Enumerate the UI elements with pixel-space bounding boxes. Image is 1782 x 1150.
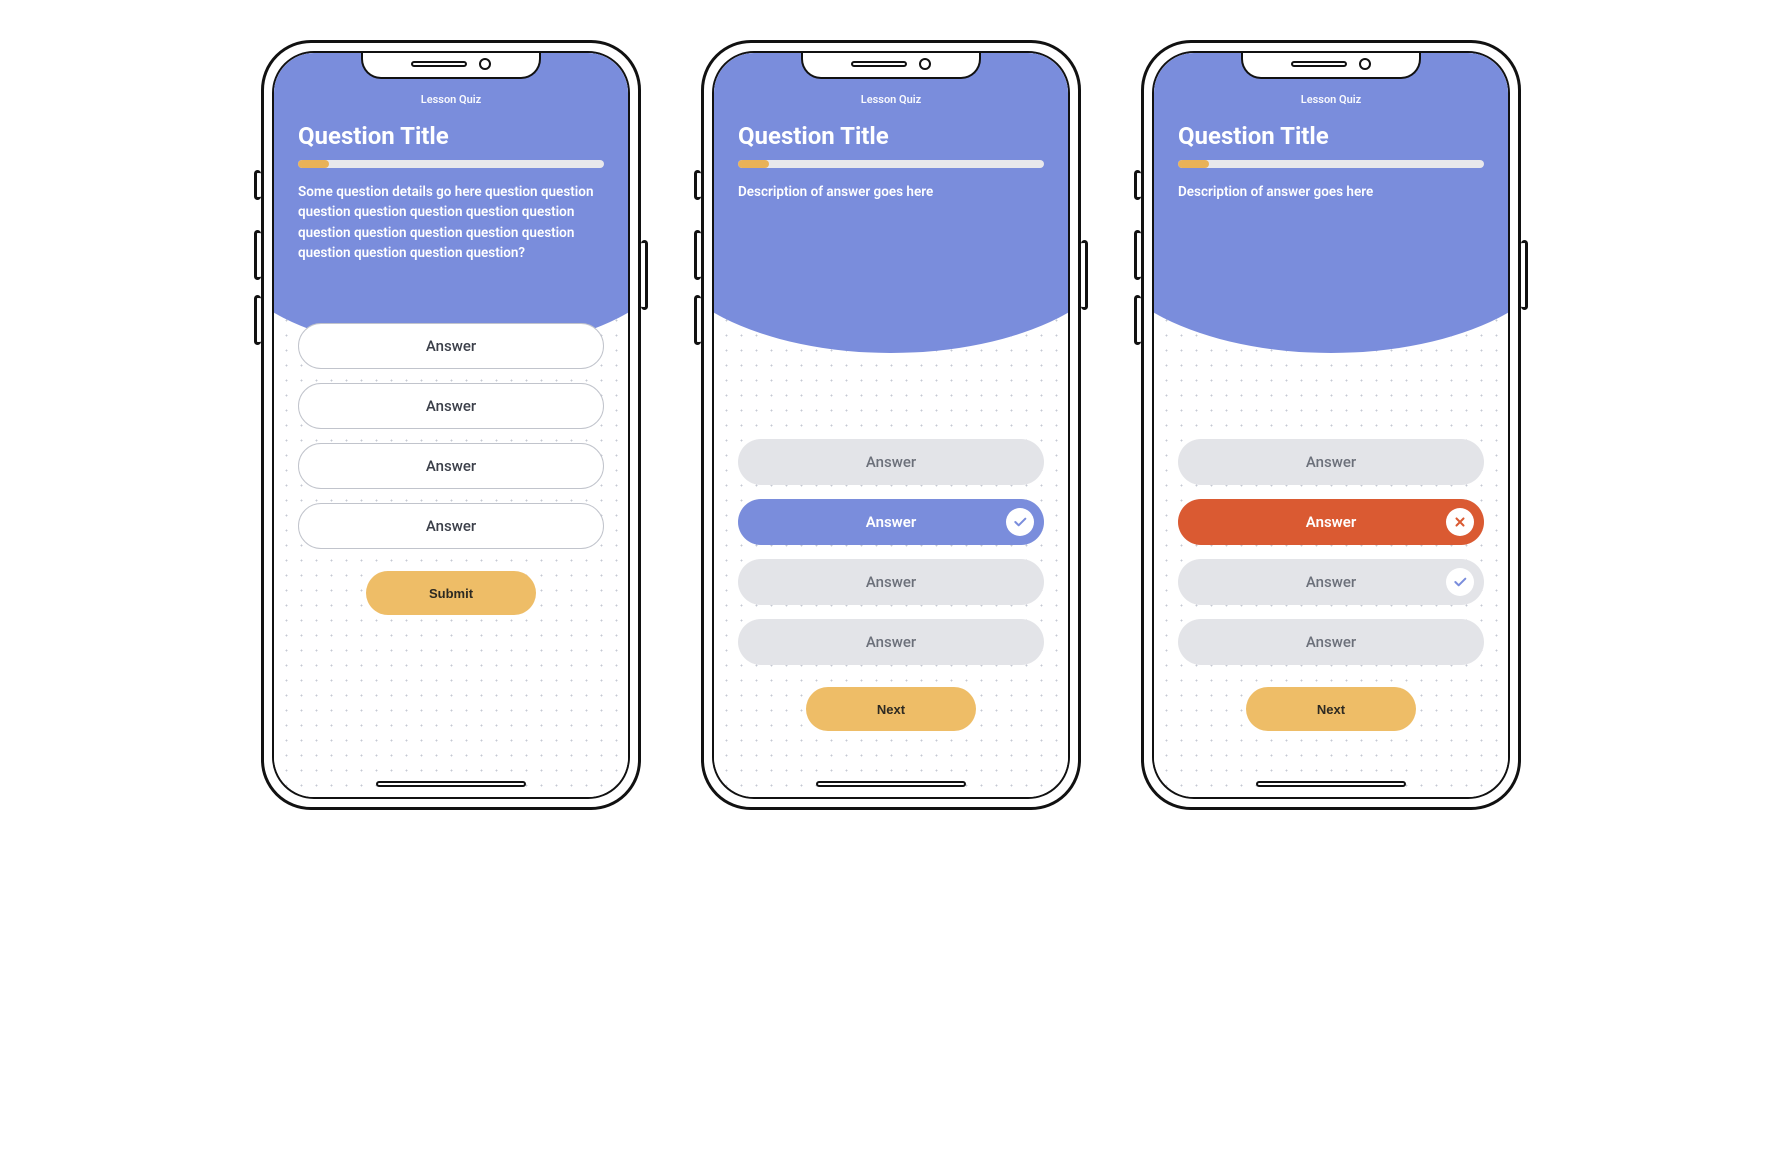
- answer-option[interactable]: Answer: [298, 383, 604, 429]
- phone-mockup: Lesson Quiz Question Title Description o…: [1141, 40, 1521, 810]
- answer-label: Answer: [426, 397, 476, 415]
- power-button[interactable]: [641, 240, 648, 310]
- camera-icon: [919, 58, 931, 70]
- camera-icon: [479, 58, 491, 70]
- home-indicator[interactable]: [376, 781, 526, 787]
- volume-up-button[interactable]: [694, 230, 701, 280]
- silence-switch[interactable]: [694, 170, 701, 200]
- speaker-icon: [851, 61, 907, 67]
- next-button[interactable]: Next: [1246, 687, 1416, 731]
- lesson-label: Lesson Quiz: [298, 93, 604, 106]
- answers-list: Answer Answer Answer Answer: [298, 303, 604, 549]
- question-title: Question Title: [1178, 122, 1484, 150]
- phone-mockup: Lesson Quiz Question Title Description o…: [701, 40, 1081, 810]
- answer-option[interactable]: Answer: [738, 619, 1044, 665]
- answer-option[interactable]: Answer: [298, 323, 604, 369]
- home-indicator[interactable]: [1256, 781, 1406, 787]
- answer-option[interactable]: Answer: [738, 439, 1044, 485]
- answers-list: Answer Answer Answer: [1178, 419, 1484, 665]
- volume-down-button[interactable]: [254, 295, 261, 345]
- silence-switch[interactable]: [254, 170, 261, 200]
- cross-icon: [1446, 508, 1474, 536]
- answer-label: Answer: [1306, 633, 1356, 651]
- check-icon: [1006, 508, 1034, 536]
- lesson-label: Lesson Quiz: [738, 93, 1044, 106]
- phone-notch: [801, 51, 981, 79]
- camera-icon: [1359, 58, 1371, 70]
- question-description: Some question details go here question q…: [298, 182, 604, 263]
- question-title: Question Title: [738, 122, 1044, 150]
- answer-label: Answer: [1306, 573, 1356, 591]
- power-button[interactable]: [1521, 240, 1528, 310]
- question-title: Question Title: [298, 122, 604, 150]
- volume-down-button[interactable]: [694, 295, 701, 345]
- volume-up-button[interactable]: [254, 230, 261, 280]
- quiz-screen-correct: Lesson Quiz Question Title Description o…: [714, 53, 1068, 797]
- answer-label: Answer: [1306, 453, 1356, 471]
- answer-option[interactable]: Answer: [298, 443, 604, 489]
- progress-fill: [1178, 160, 1209, 168]
- progress-fill: [298, 160, 329, 168]
- volume-down-button[interactable]: [1134, 295, 1141, 345]
- answer-label: Answer: [426, 337, 476, 355]
- answer-label: Answer: [866, 453, 916, 471]
- quiz-screen-question: Lesson Quiz Question Title Some question…: [274, 53, 628, 797]
- speaker-icon: [1291, 61, 1347, 67]
- check-icon: [1446, 568, 1474, 596]
- silence-switch[interactable]: [1134, 170, 1141, 200]
- lesson-label: Lesson Quiz: [1178, 93, 1484, 106]
- submit-button[interactable]: Submit: [366, 571, 536, 615]
- progress-bar: [738, 160, 1044, 168]
- answer-option-selected-wrong[interactable]: Answer: [1178, 499, 1484, 545]
- answer-label: Answer: [426, 457, 476, 475]
- answer-label: Answer: [426, 517, 476, 535]
- next-button[interactable]: Next: [806, 687, 976, 731]
- home-indicator[interactable]: [816, 781, 966, 787]
- phone-notch: [361, 51, 541, 79]
- progress-bar: [298, 160, 604, 168]
- quiz-screen-wrong: Lesson Quiz Question Title Description o…: [1154, 53, 1508, 797]
- answer-option[interactable]: Answer: [1178, 439, 1484, 485]
- answer-description: Description of answer goes here: [1178, 182, 1484, 202]
- answers-list: Answer Answer Answer Answer: [738, 419, 1044, 665]
- progress-fill: [738, 160, 769, 168]
- phone-notch: [1241, 51, 1421, 79]
- answer-description: Description of answer goes here: [738, 182, 1044, 202]
- phone-mockup: Lesson Quiz Question Title Some question…: [261, 40, 641, 810]
- answer-option[interactable]: Answer: [1178, 619, 1484, 665]
- speaker-icon: [411, 61, 467, 67]
- answer-option[interactable]: Answer: [738, 559, 1044, 605]
- volume-up-button[interactable]: [1134, 230, 1141, 280]
- answer-option-correct[interactable]: Answer: [1178, 559, 1484, 605]
- progress-bar: [1178, 160, 1484, 168]
- answer-label: Answer: [866, 573, 916, 591]
- answer-label: Answer: [1306, 513, 1356, 531]
- answer-option-selected-correct[interactable]: Answer: [738, 499, 1044, 545]
- answer-label: Answer: [866, 513, 916, 531]
- answer-option[interactable]: Answer: [298, 503, 604, 549]
- answer-label: Answer: [866, 633, 916, 651]
- power-button[interactable]: [1081, 240, 1088, 310]
